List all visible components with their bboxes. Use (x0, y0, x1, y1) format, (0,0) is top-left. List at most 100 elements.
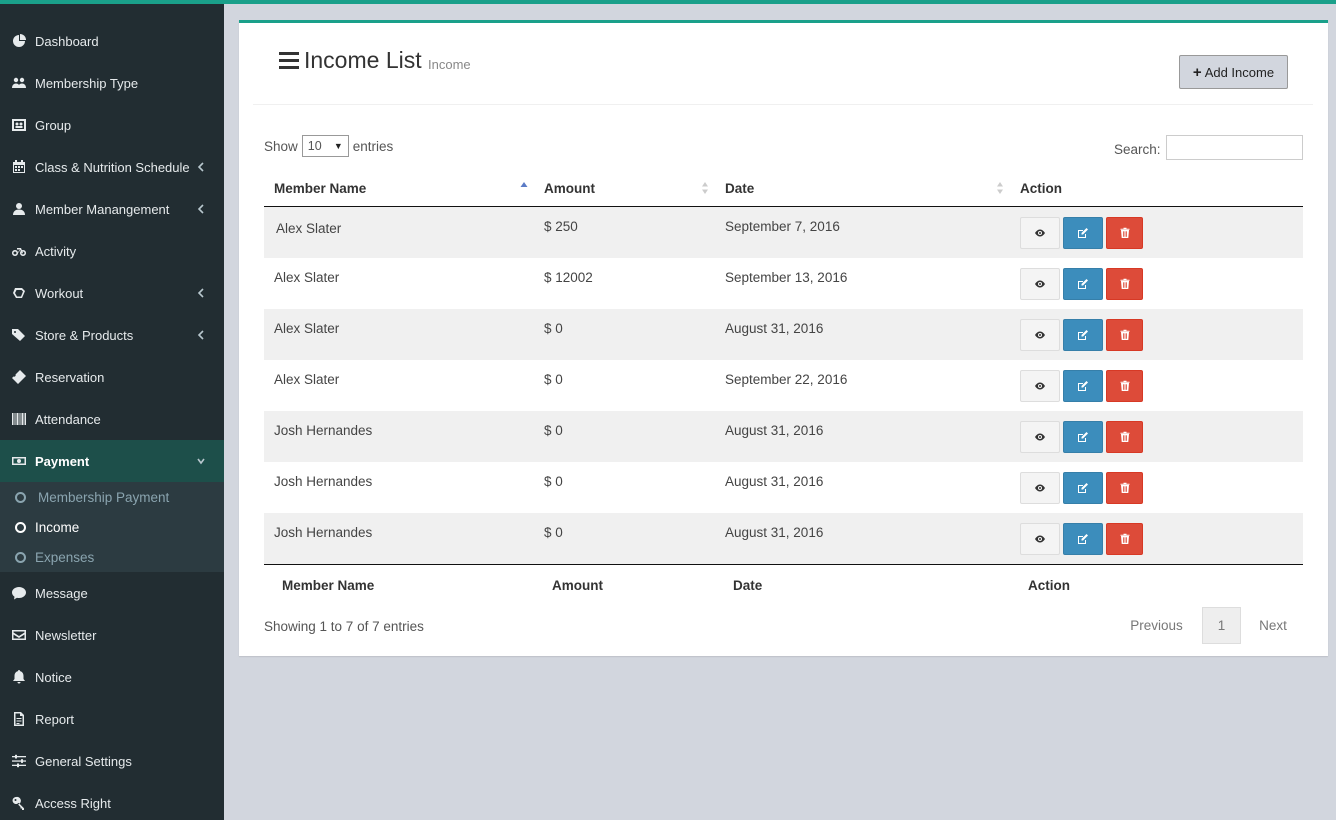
key-icon (12, 796, 26, 810)
dashboard-icon (12, 34, 26, 48)
column-header-date[interactable]: Date (725, 181, 754, 196)
trash-icon (1119, 278, 1131, 290)
page-length-select[interactable]: 10 ▼ (301, 135, 349, 157)
sidebar-item-label: Message (35, 585, 88, 601)
submenu-item-label: Expenses (35, 549, 95, 565)
edit-button[interactable] (1063, 217, 1103, 249)
sidebar-item-newsletter[interactable]: Newsletter (0, 614, 224, 656)
delete-button[interactable] (1106, 217, 1143, 249)
sidebar-item-report[interactable]: Report (0, 698, 224, 740)
cell-amount: $ 12002 (544, 270, 593, 285)
sidebar-item-general-settings[interactable]: General Settings (0, 740, 224, 782)
submenu-item-income[interactable]: Income (0, 512, 224, 542)
circle-icon (15, 551, 26, 563)
sidebar-item-attendance[interactable]: Attendance (0, 398, 224, 440)
sidebar-item-label: Dashboard (35, 33, 99, 49)
cell-member-name: Alex Slater (274, 270, 340, 285)
sidebar-item-message[interactable]: Message (0, 572, 224, 614)
edit-icon (1077, 533, 1089, 545)
cell-member-name: Alex Slater (274, 372, 340, 387)
view-button[interactable] (1020, 217, 1060, 249)
sidebar-item-notice[interactable]: Notice (0, 656, 224, 698)
edit-button[interactable] (1063, 268, 1103, 300)
edit-button[interactable] (1063, 319, 1103, 351)
cell-date: September 22, 2016 (725, 372, 848, 387)
table-row: Josh Hernandes $ 0 August 31, 2016 (264, 462, 1303, 513)
sidebar-item-reservation[interactable]: Reservation (0, 356, 224, 398)
pagination-page-1[interactable]: 1 (1202, 607, 1241, 644)
delete-button[interactable] (1106, 268, 1143, 300)
edit-button[interactable] (1063, 370, 1103, 402)
edit-button[interactable] (1063, 472, 1103, 504)
page-length-value: 10 (307, 139, 322, 153)
edit-button[interactable] (1063, 523, 1103, 555)
table-info: Showing 1 to 7 of 7 entries (264, 619, 424, 634)
edit-button[interactable] (1063, 421, 1103, 453)
view-button[interactable] (1020, 319, 1060, 351)
circle-icon (15, 491, 26, 503)
sidebar-item-access-right[interactable]: Access Right (0, 782, 224, 820)
column-header-member-name[interactable]: Member Name (274, 181, 366, 196)
calendar-icon (12, 160, 26, 174)
sliders-icon (12, 754, 26, 768)
sidebar-item-label: Payment (35, 453, 90, 469)
chevron-left-icon (196, 202, 206, 216)
sidebar-item-class-nutrition-schedule[interactable]: Class & Nutrition Schedule (0, 146, 224, 188)
delete-button[interactable] (1106, 523, 1143, 555)
view-button[interactable] (1020, 370, 1060, 402)
cell-amount: $ 0 (544, 525, 563, 540)
footer-column-member-name: Member Name (282, 578, 375, 593)
delete-button[interactable] (1106, 472, 1143, 504)
barcode-icon (12, 412, 26, 426)
sidebar-item-payment[interactable]: Payment (0, 440, 224, 482)
eye-icon (1034, 482, 1046, 494)
sidebar-item-workout[interactable]: Workout (0, 272, 224, 314)
sidebar-item-store-products[interactable]: Store & Products (0, 314, 224, 356)
table-row: Josh Hernandes $ 0 August 31, 2016 (264, 411, 1303, 462)
delete-button[interactable] (1106, 370, 1143, 402)
view-button[interactable] (1020, 472, 1060, 504)
edit-icon (1077, 329, 1089, 341)
sidebar-item-membership-type[interactable]: Membership Type (0, 62, 224, 104)
search-input[interactable] (1166, 135, 1303, 160)
sidebar-item-label: Access Right (35, 795, 111, 811)
delete-button[interactable] (1106, 421, 1143, 453)
eye-icon (1034, 227, 1046, 239)
table-row: Alex Slater $ 250 September 7, 2016 (264, 207, 1303, 258)
view-button[interactable] (1020, 523, 1060, 555)
cell-amount: $ 0 (544, 372, 563, 387)
sort-asc-icon (520, 181, 528, 195)
sidebar-item-group[interactable]: Group (0, 104, 224, 146)
column-header-amount[interactable]: Amount (544, 181, 595, 196)
eye-icon (1034, 329, 1046, 341)
payment-submenu: Membership Payment Income Expenses (0, 482, 224, 572)
sidebar-item-label: Group (35, 117, 72, 133)
cell-date: August 31, 2016 (725, 321, 824, 336)
cell-date: September 7, 2016 (725, 219, 840, 234)
sidebar-item-label: Activity (35, 243, 77, 259)
sidebar-item-label: Store & Products (35, 327, 134, 343)
pagination-previous[interactable]: Previous (1120, 607, 1193, 644)
sidebar-item-label: Reservation (35, 369, 105, 385)
cell-date: September 13, 2016 (725, 270, 848, 285)
footer-column-amount: Amount (552, 578, 603, 593)
delete-button[interactable] (1106, 319, 1143, 351)
sidebar-item-label: Member Manangement (35, 201, 170, 217)
pagination-next[interactable]: Next (1249, 607, 1297, 644)
sidebar-item-label: General Settings (35, 753, 132, 769)
add-income-label: Add Income (1204, 64, 1275, 80)
submenu-item-membership-payment[interactable]: Membership Payment (0, 482, 224, 512)
view-button[interactable] (1020, 268, 1060, 300)
table-row: Alex Slater $ 0 September 22, 2016 (264, 360, 1303, 411)
eye-icon (1034, 431, 1046, 443)
view-button[interactable] (1020, 421, 1060, 453)
submenu-item-expenses[interactable]: Expenses (0, 542, 224, 572)
page-length-control: Show 10 ▼ entries (264, 135, 393, 157)
add-income-button[interactable]: + Add Income (1179, 55, 1288, 89)
edit-icon (1077, 227, 1089, 239)
sidebar-item-member-management[interactable]: Member Manangement (0, 188, 224, 230)
sidebar-item-activity[interactable]: Activity (0, 230, 224, 272)
cell-member-name: Josh Hernandes (274, 525, 373, 540)
sidebar-item-dashboard[interactable]: Dashboard (0, 20, 224, 62)
chevron-down-icon (196, 454, 206, 468)
